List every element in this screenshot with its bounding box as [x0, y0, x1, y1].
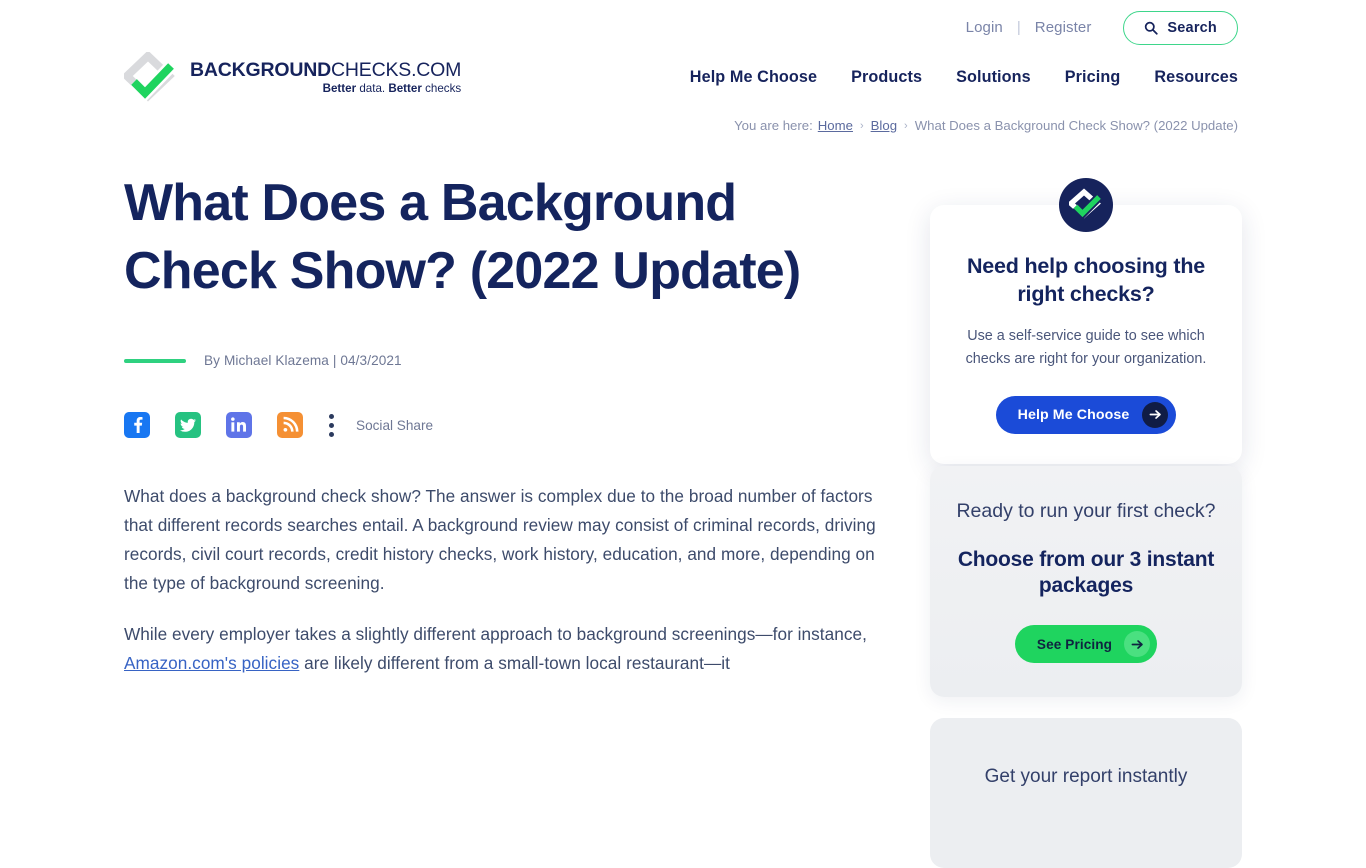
- breadcrumb-separator-2: ›: [904, 119, 908, 132]
- search-button-label: Search: [1167, 20, 1217, 36]
- top-utility-bar: Login | Register Search: [0, 0, 1366, 56]
- accent-rule: [124, 358, 186, 363]
- article-body: What does a background check show? The a…: [124, 482, 884, 677]
- linkedin-icon[interactable]: [226, 412, 252, 439]
- arrow-right-icon: [1142, 401, 1169, 428]
- see-pricing-button[interactable]: See Pricing: [1014, 625, 1158, 664]
- rss-icon[interactable]: [277, 412, 303, 439]
- dot-3: [329, 431, 334, 437]
- social-share-row: Social Share: [124, 412, 884, 439]
- pricing-card-subheading: Choose from our 3 instant packages: [957, 547, 1215, 597]
- twitter-icon[interactable]: [175, 412, 201, 439]
- register-link[interactable]: Register: [1021, 11, 1106, 45]
- badge-diamond-check-icon: [1059, 178, 1113, 232]
- dot-2: [329, 422, 334, 428]
- breadcrumb-current-page: What Does a Background Check Show? (2022…: [914, 118, 1238, 133]
- main-navigation: Help Me Choose Products Solutions Pricin…: [673, 68, 1238, 87]
- article-column: What Does a Background Check Show? (2022…: [124, 170, 884, 700]
- article-paragraph-2: While every employer takes a slightly di…: [124, 620, 884, 678]
- help-me-choose-button[interactable]: Help Me Choose: [995, 395, 1177, 434]
- amazon-policies-link[interactable]: Amazon.com's policies: [124, 653, 299, 673]
- pricing-card-heading: Ready to run your first check?: [956, 500, 1216, 522]
- breadcrumb-link-blog[interactable]: Blog: [871, 118, 897, 133]
- paragraph-2-text-before: While every employer takes a slightly di…: [124, 623, 867, 644]
- article-paragraph-1: What does a background check show? The a…: [124, 486, 876, 593]
- logo-text-bold: BACKGROUND: [190, 58, 331, 81]
- help-choosing-body: Use a self-service guide to see which ch…: [965, 328, 1207, 368]
- tagline-better-2: Better: [388, 82, 422, 96]
- search-button[interactable]: Search: [1123, 11, 1238, 45]
- nav-item-pricing[interactable]: Pricing: [1048, 68, 1138, 87]
- nav-item-resources[interactable]: Resources: [1137, 68, 1238, 87]
- site-logo[interactable]: BACKGROUNDCHECKS.COM Better data. Better…: [121, 50, 462, 104]
- paragraph-2-text-after: are likely different from a small-town l…: [299, 652, 730, 673]
- search-icon: [1144, 21, 1159, 35]
- logo-wordmark: BACKGROUNDCHECKS.COM Better data. Better…: [190, 58, 462, 96]
- dot-1: [329, 413, 334, 419]
- social-share-label: Social Share: [356, 417, 434, 433]
- page-title: What Does a Background Check Show? (2022…: [124, 174, 801, 300]
- utility-links: Login | Register Search: [952, 11, 1238, 45]
- help-me-choose-label: Help Me Choose: [1017, 406, 1130, 423]
- more-share-options-icon[interactable]: [329, 413, 334, 437]
- report-card: Get your report instantly: [930, 718, 1242, 868]
- logo-diamond-check-icon: [121, 50, 178, 104]
- tagline-better-1: Better: [322, 82, 357, 96]
- nav-item-products[interactable]: Products: [834, 68, 939, 87]
- site-header: BACKGROUNDCHECKS.COM Better data. Better…: [0, 50, 1366, 112]
- logo-text-light: CHECKS.COM: [331, 58, 462, 81]
- breadcrumb-prefix: You are here:: [734, 118, 813, 133]
- pricing-card: Ready to run your first check? Choose fr…: [930, 466, 1242, 698]
- nav-item-solutions[interactable]: Solutions: [939, 68, 1048, 87]
- see-pricing-label: See Pricing: [1036, 636, 1113, 652]
- byline-row: By Michael Klazema | 04/3/2021: [124, 353, 884, 368]
- login-link[interactable]: Login: [952, 11, 1017, 45]
- logo-tagline: Better data. Better checks: [190, 82, 462, 96]
- help-choosing-heading: Need help choosing the right checks?: [966, 254, 1206, 306]
- breadcrumb: You are here: Home › Blog › What Does a …: [734, 118, 1238, 133]
- facebook-icon[interactable]: [124, 412, 150, 439]
- tagline-checks: checks: [421, 82, 462, 96]
- help-choosing-card: Need help choosing the right checks? Use…: [930, 205, 1242, 464]
- breadcrumb-link-home[interactable]: Home: [818, 118, 853, 133]
- breadcrumb-separator-1: ›: [859, 119, 864, 132]
- article-byline: By Michael Klazema | 04/3/2021: [204, 353, 402, 369]
- nav-item-help-me-choose[interactable]: Help Me Choose: [673, 68, 834, 87]
- report-card-heading: Get your report instantly: [984, 766, 1188, 787]
- tagline-data: data.: [356, 82, 389, 96]
- arrow-right-icon: [1124, 631, 1151, 658]
